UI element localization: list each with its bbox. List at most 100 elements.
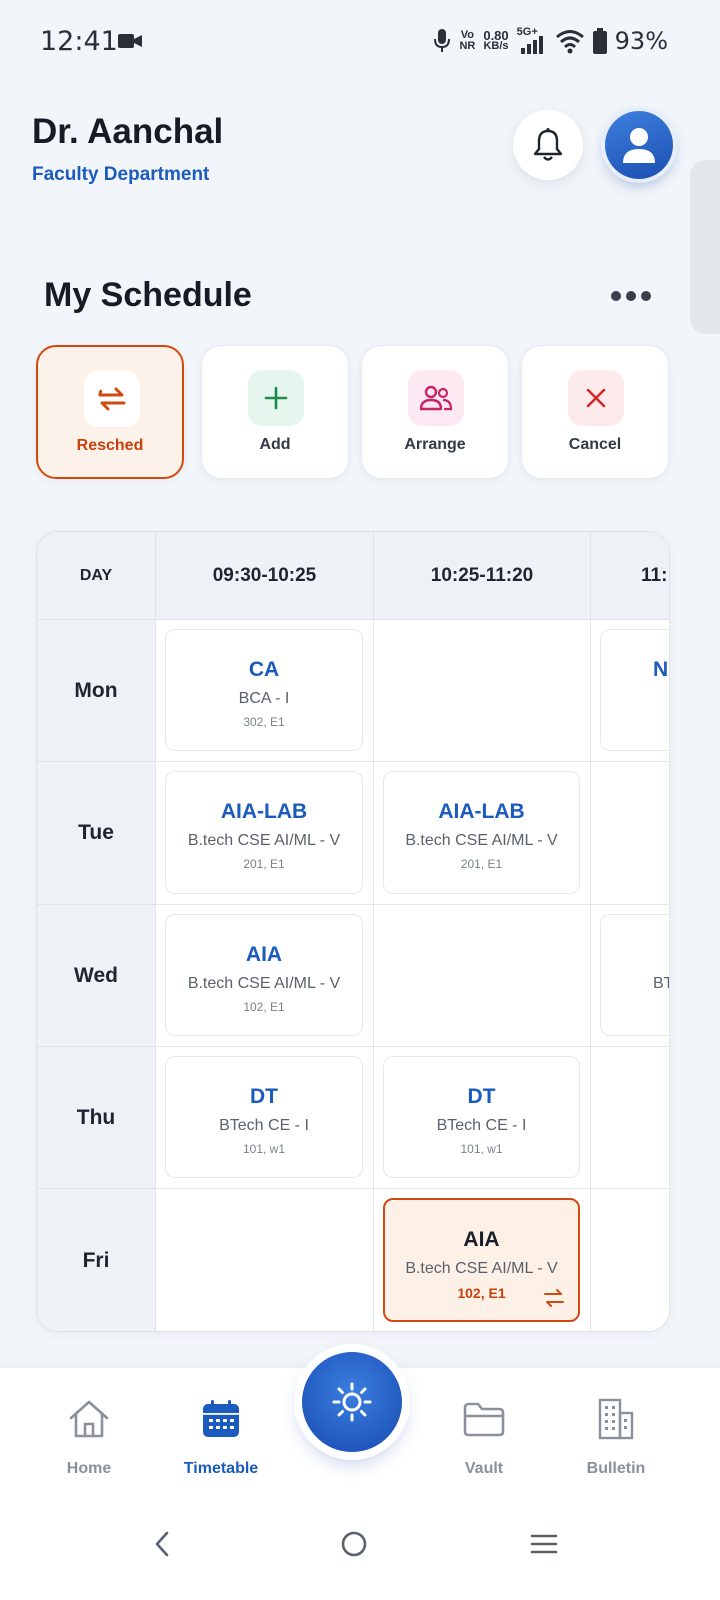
nav-home[interactable]: Home	[29, 1396, 149, 1478]
slot-cell-empty[interactable]	[591, 762, 669, 905]
class-room: 101, w1	[460, 1142, 503, 1156]
nav-home-label: Home	[66, 1460, 112, 1477]
arrange-button[interactable]: Arrange	[361, 345, 509, 479]
user-department: Faculty Department	[32, 164, 210, 185]
class-card[interactable]: AIA-LAB B.tech CSE AI/ML - V 201, E1	[165, 771, 363, 894]
class-card[interactable]: AIA-LAB B.tech CSE AI/ML - V 201, E1	[383, 771, 580, 894]
class-room: 201, E1	[243, 857, 285, 871]
nav-vault-label: Vault	[464, 1460, 504, 1477]
cancel-label: Cancel	[568, 436, 622, 453]
status-icons: Vo NR 0.80 KB/s 5G+ 93%	[433, 24, 668, 58]
slot-cell: AIA-LAB B.tech CSE AI/ML - V 201, E1	[156, 762, 374, 905]
add-label: Add	[259, 436, 291, 453]
cancel-button[interactable]: Cancel	[521, 345, 669, 479]
class-subject: AIA-LAB	[438, 800, 525, 823]
arrange-label: Arrange	[404, 436, 466, 453]
class-subject: N	[653, 658, 669, 681]
volte-indicator: Vo NR	[459, 30, 475, 52]
user-name: Dr. Aanchal	[32, 112, 224, 151]
class-card[interactable]: DT BTech CE - I 101, w1	[165, 1056, 363, 1178]
battery-icon	[592, 28, 607, 54]
day-wed: Wed	[37, 905, 156, 1047]
day-fri: Fri	[37, 1189, 156, 1331]
class-subject: DT	[467, 1085, 496, 1108]
reschedule-button[interactable]: Resched	[36, 345, 184, 479]
rescheduled-class-card[interactable]: AIA B.tech CSE AI/ML - V 102, E1	[383, 1198, 580, 1322]
slot-cell: DT BTech CE - I 101, w1	[156, 1047, 374, 1189]
slot-cell-empty[interactable]	[374, 905, 591, 1047]
more-options-button[interactable]	[608, 284, 654, 308]
slot-cell: DT BTech CE - I 101, w1	[374, 1047, 591, 1189]
system-recents-button[interactable]	[520, 1520, 568, 1568]
class-group: B.tech CSE AI/ML - V	[187, 975, 341, 992]
class-card[interactable]: AIA B.tech CSE AI/ML - V 102, E1	[165, 914, 363, 1036]
timetable: DAY 09:30-10:25 10:25-11:20 11: Mon Tue …	[36, 531, 670, 1332]
class-group: B.tech CSE AI/ML - V	[405, 1260, 558, 1277]
wifi-icon	[555, 30, 584, 54]
class-card[interactable]: BT	[600, 914, 669, 1036]
class-room: 201, E1	[460, 857, 503, 871]
chevron-left-icon	[155, 1531, 169, 1557]
sun-icon	[332, 1382, 372, 1422]
slot-cell: BT	[591, 905, 669, 1047]
people-icon	[408, 370, 464, 426]
class-subject: AIA	[463, 1228, 500, 1251]
system-back-button[interactable]	[138, 1520, 186, 1568]
volte-bottom: NR	[459, 40, 476, 52]
class-subject: AIA-LAB	[220, 800, 308, 823]
system-home-button[interactable]	[330, 1520, 378, 1568]
video-camera-icon	[118, 34, 142, 48]
notifications-button[interactable]	[513, 110, 583, 180]
building-icon	[593, 1396, 639, 1442]
system-navigation-bar	[0, 1498, 720, 1600]
class-card[interactable]: N	[600, 629, 669, 751]
header-day: DAY	[37, 532, 156, 620]
class-room: 101, w1	[242, 1142, 286, 1156]
class-group: BTech CE - I	[219, 1117, 309, 1134]
header-slot-1: 09:30-10:25	[156, 532, 374, 620]
profile-avatar-button[interactable]	[605, 111, 673, 179]
nav-timetable[interactable]: Timetable	[161, 1396, 281, 1478]
class-group: B.tech CSE AI/ML - V	[405, 832, 558, 849]
battery-percent: 93%	[614, 27, 668, 55]
schedule-title: My Schedule	[44, 276, 252, 314]
nav-bulletin-label: Bulletin	[586, 1460, 646, 1477]
microphone-icon	[434, 29, 451, 52]
home-icon	[66, 1396, 112, 1442]
speed-unit: KB/s	[483, 40, 509, 52]
header-slot-3: 11:	[591, 532, 669, 620]
nav-vault[interactable]: Vault	[424, 1396, 544, 1478]
status-bar: 12:41 Vo NR 0.80 KB/s 5G+ 93%	[0, 0, 720, 84]
slot-cell: AIA B.tech CSE AI/ML - V 102, E1	[156, 905, 374, 1047]
class-group: B.tech CSE AI/ML - V	[187, 832, 341, 849]
close-icon	[568, 370, 624, 426]
header-slot-2: 10:25-11:20	[374, 532, 591, 620]
slot-cell: CA BCA - I 302, E1	[156, 620, 374, 762]
slot-cell: AIA-LAB B.tech CSE AI/ML - V 201, E1	[374, 762, 591, 905]
class-subject: AIA	[245, 943, 283, 966]
signal-icon	[520, 36, 543, 54]
class-room: 302, E1	[243, 715, 285, 729]
nav-bulletin[interactable]: Bulletin	[556, 1396, 676, 1478]
theme-toggle-button[interactable]	[302, 1352, 402, 1452]
signal-group: 5G+	[517, 26, 547, 56]
add-button[interactable]: Add	[201, 345, 349, 479]
side-panel-handle[interactable]	[690, 160, 720, 334]
swap-icon	[84, 371, 140, 427]
class-card[interactable]: DT BTech CE - I 101, w1	[383, 1056, 580, 1178]
day-tue: Tue	[37, 762, 156, 905]
class-subject: DT	[250, 1085, 278, 1108]
slot-cell: N	[591, 620, 669, 762]
slot-cell-empty[interactable]	[156, 1189, 374, 1331]
slot-cell-empty[interactable]	[374, 620, 591, 762]
status-time: 12:41	[40, 26, 118, 57]
slot-cell-empty[interactable]	[591, 1047, 669, 1189]
class-card[interactable]: CA BCA - I 302, E1	[165, 629, 363, 751]
dot	[626, 291, 636, 301]
calendar-icon	[198, 1396, 244, 1442]
plus-icon	[248, 370, 304, 426]
class-subject: CA	[248, 658, 280, 681]
slot-cell-empty[interactable]	[591, 1189, 669, 1331]
swap-icon	[544, 1289, 564, 1307]
class-group: BTech CE - I	[436, 1117, 527, 1134]
